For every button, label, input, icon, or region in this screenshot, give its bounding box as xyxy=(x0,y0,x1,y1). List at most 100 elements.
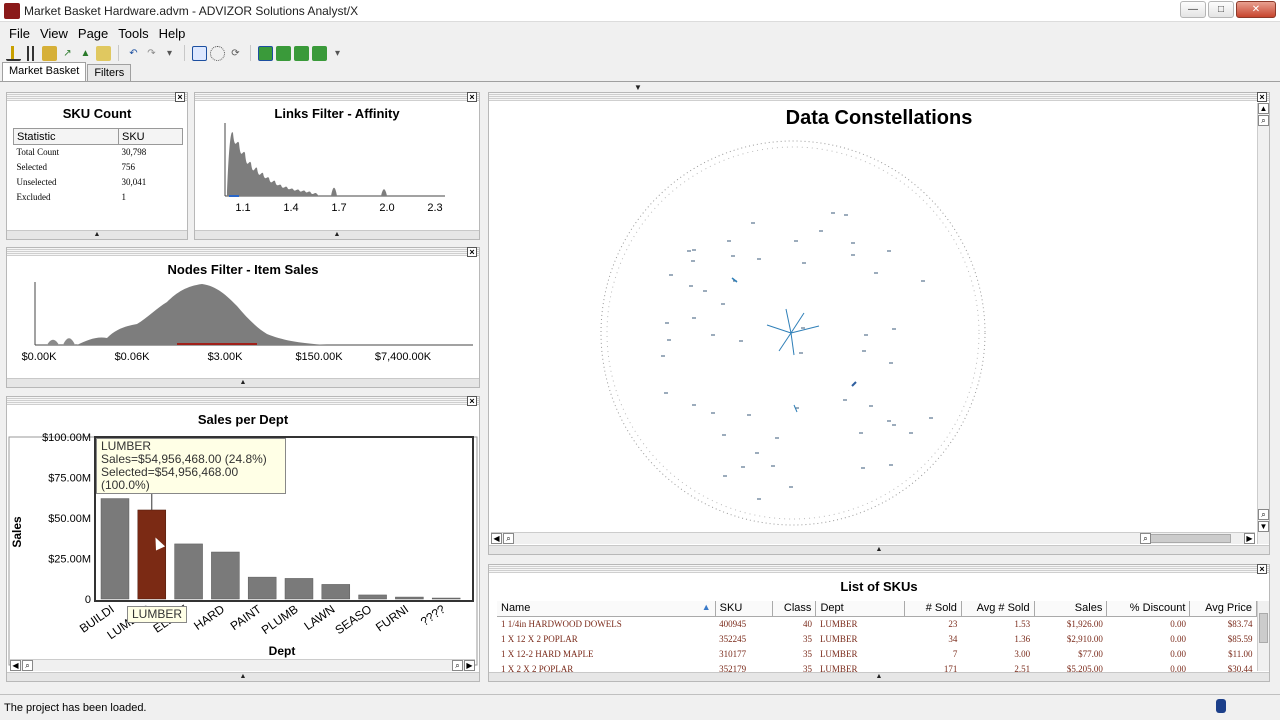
table-cell: 30,798 xyxy=(121,147,147,158)
menu-help[interactable]: Help xyxy=(154,26,191,41)
scroll-up-icon[interactable]: ▲ xyxy=(1258,103,1269,114)
bar-plumb[interactable] xyxy=(284,578,314,600)
add-select-icon[interactable] xyxy=(276,45,291,61)
menu-view[interactable]: View xyxy=(35,26,73,41)
multiscape-icon[interactable] xyxy=(42,45,57,61)
select-mode-icon[interactable] xyxy=(258,45,273,61)
panel-collapse-bar[interactable]: ▲ xyxy=(7,378,479,387)
panel-drag-handle[interactable] xyxy=(7,397,479,405)
table-cell: 3.00 xyxy=(1014,648,1031,659)
ellipse-select-icon[interactable] xyxy=(210,45,225,61)
constellation-nodes[interactable] xyxy=(661,212,933,500)
close-button[interactable]: ✕ xyxy=(1236,1,1276,18)
menu-page[interactable]: Page xyxy=(73,26,113,41)
database-icon xyxy=(1216,699,1226,713)
column-header-discount[interactable]: % Discount xyxy=(1106,601,1191,617)
scroll-right-icon[interactable]: ▶ xyxy=(464,660,475,671)
column-header-avg-price[interactable]: Avg Price xyxy=(1189,601,1257,617)
menu-tools[interactable]: Tools xyxy=(113,26,153,41)
panel-collapse-bar[interactable]: ▲ xyxy=(7,672,479,681)
constellation-link[interactable] xyxy=(851,381,857,387)
bar-paint[interactable] xyxy=(247,576,277,600)
area-chart-icon[interactable]: ▲ xyxy=(78,46,93,61)
scroll-thumb[interactable] xyxy=(1259,613,1268,643)
close-icon[interactable]: × xyxy=(1257,564,1267,574)
panel-drag-handle[interactable] xyxy=(489,565,1269,573)
table-row[interactable]: 1 X 12 X 2 POPLAR 352245 35 LUMBER 34 1.36 $2,… xyxy=(497,631,1257,646)
close-icon[interactable]: × xyxy=(467,247,477,257)
panel-drag-handle[interactable] xyxy=(7,93,187,101)
table-cell: 756 xyxy=(121,162,136,172)
scroll-left-icon[interactable]: ◀ xyxy=(491,533,502,544)
column-header-sales[interactable]: Sales xyxy=(1034,601,1108,617)
affinity-histogram[interactable]: 1.1 1.4 1.7 2.0 2.3 xyxy=(195,123,481,223)
table-row[interactable]: 1 1/4in HARDWOOD DOWELS 400945 40 LUMBER 23 1… xyxy=(497,616,1257,631)
column-header-class[interactable]: Class xyxy=(772,601,817,617)
menu-file[interactable]: File xyxy=(4,26,35,41)
zoom-icon[interactable]: ⌕ xyxy=(1258,509,1269,520)
minimize-button[interactable]: — xyxy=(1180,1,1206,18)
panel-drag-handle[interactable] xyxy=(195,93,479,101)
bar-seaso[interactable] xyxy=(358,594,387,600)
panel-collapse-bar[interactable]: ▲ xyxy=(489,545,1269,554)
rectangle-select-icon[interactable] xyxy=(192,45,207,61)
dropdown-arrow-icon[interactable]: ▾ xyxy=(330,46,345,61)
column-header-sold[interactable]: # Sold xyxy=(904,601,962,617)
bar-furni[interactable] xyxy=(395,596,424,600)
bar-lumber[interactable] xyxy=(137,509,167,600)
panel-drag-handle[interactable] xyxy=(7,248,479,256)
bar-chart-icon[interactable] xyxy=(6,45,21,61)
zoom-icon[interactable]: ⌕ xyxy=(503,533,514,544)
collapse-arrow-icon[interactable]: ▼ xyxy=(634,83,642,92)
zoom-icon[interactable]: ⌕ xyxy=(452,660,463,671)
horizontal-scrollbar[interactable]: ◀ ⌕ ⌕ ▶ xyxy=(10,659,475,671)
table-icon[interactable] xyxy=(96,45,111,61)
column-header[interactable]: SKU xyxy=(118,128,183,145)
bar-elect[interactable] xyxy=(174,543,203,600)
column-header-avg-sold[interactable]: Avg # Sold xyxy=(961,601,1035,617)
bar-hard[interactable] xyxy=(211,551,240,600)
item-sales-histogram[interactable]: $0.00K $0.06K $3.00K $150.00K $7,400.00K xyxy=(7,278,481,378)
close-icon[interactable]: × xyxy=(175,92,185,102)
undo-icon[interactable]: ↶ xyxy=(126,46,141,61)
scroll-down-icon[interactable]: ▼ xyxy=(1258,521,1269,532)
column-header-sku[interactable]: SKU xyxy=(715,601,773,617)
zoom-icon[interactable]: ⌕ xyxy=(1140,533,1151,544)
redo-icon[interactable]: ↷ xyxy=(144,46,159,61)
panel-collapse-bar[interactable]: ▲ xyxy=(195,230,479,239)
bar-qqqq[interactable] xyxy=(431,597,461,600)
column-header[interactable]: Statistic xyxy=(13,128,119,145)
histogram-icon[interactable] xyxy=(24,45,39,61)
intersect-select-icon[interactable] xyxy=(312,45,327,61)
tab-market-basket[interactable]: Market Basket xyxy=(2,62,87,81)
column-header-dept[interactable]: Dept xyxy=(815,601,905,617)
close-icon[interactable]: × xyxy=(1257,92,1267,102)
scroll-right-icon[interactable]: ▶ xyxy=(1244,533,1255,544)
panel-drag-handle[interactable] xyxy=(489,93,1269,101)
central-node-links[interactable] xyxy=(766,308,820,356)
vertical-scrollbar[interactable]: ▲ ⌕ ⌕ ▼ xyxy=(1257,103,1269,544)
close-icon[interactable]: × xyxy=(467,92,477,102)
close-icon[interactable]: × xyxy=(467,396,477,406)
vertical-scrollbar[interactable] xyxy=(1257,601,1269,671)
bar-lawn[interactable] xyxy=(321,584,351,600)
scroll-left-icon[interactable]: ◀ xyxy=(10,660,21,671)
horizontal-scrollbar[interactable]: ◀ ⌕ ⌕ ▶ xyxy=(491,532,1255,544)
table-cell: 7 xyxy=(952,648,958,659)
constellation-view[interactable] xyxy=(489,123,1249,543)
app-icon xyxy=(4,2,20,19)
lasso-select-icon[interactable]: ⟳ xyxy=(228,46,243,61)
tab-filters[interactable]: Filters xyxy=(87,64,132,81)
subtract-select-icon[interactable] xyxy=(294,45,309,61)
panel-collapse-bar[interactable]: ▲ xyxy=(489,672,1269,681)
line-chart-icon[interactable]: ↗ xyxy=(60,46,75,61)
zoom-icon[interactable]: ⌕ xyxy=(22,660,33,671)
column-header-name[interactable]: Name ▲ xyxy=(497,601,716,617)
dropdown-arrow-icon[interactable]: ▾ xyxy=(162,46,177,61)
scroll-thumb[interactable] xyxy=(1141,534,1231,543)
bar-buildi[interactable] xyxy=(100,498,130,600)
zoom-icon[interactable]: ⌕ xyxy=(1258,115,1269,126)
table-row[interactable]: 1 X 12-2 HARD MAPLE 310177 35 LUMBER 7 3.00 $7… xyxy=(497,646,1257,661)
panel-collapse-bar[interactable]: ▲ xyxy=(7,230,187,239)
maximize-button[interactable]: □ xyxy=(1208,1,1234,18)
